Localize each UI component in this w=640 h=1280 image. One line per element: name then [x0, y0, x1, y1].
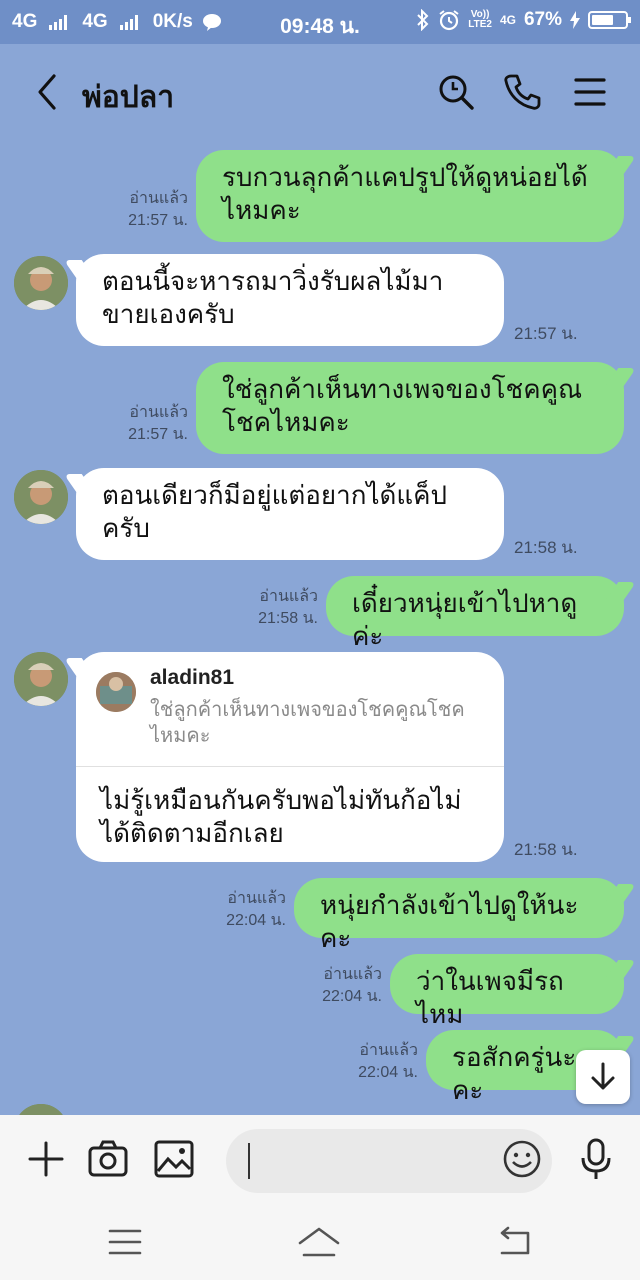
message-text: ตอนเดียวก็มีอยู่แต่อยากได้แค็ปครับ — [102, 481, 448, 544]
microphone-icon[interactable] — [574, 1137, 618, 1181]
message-text: ว่าในเพจมีรถไหม — [416, 967, 564, 1030]
message-text: ตอนนี้จะหารถมาวิ่งรับผลไม้มาขายเองครับ — [102, 267, 444, 330]
battery-percent: 67% — [523, 9, 562, 30]
text-caret — [248, 1143, 250, 1179]
system-navigation-bar — [0, 1205, 640, 1280]
avatar[interactable] — [14, 256, 68, 310]
back-nav-icon[interactable] — [494, 1225, 536, 1259]
incoming-message[interactable]: ตอนนี้จะหารถมาวิ่งรับผลไม้มาขายเองครับ — [76, 254, 504, 346]
message-text: รอสักครู่นะคะ — [452, 1043, 577, 1106]
message-list[interactable]: อ่านแล้ว 21:57 น. รบกวนลุกค้าแคปรูปให้ดูห… — [0, 140, 640, 1115]
avatar[interactable] — [14, 470, 68, 524]
outgoing-message[interactable]: รบกวนลุกค้าแคปรูปให้ดูหน่อยได้ไหมคะ — [196, 150, 624, 242]
chat-title: พ่อปลา — [82, 80, 175, 115]
outgoing-message[interactable]: เดี๋ยวหนุ่ยเข้าไปหาดูค่ะ — [326, 576, 624, 652]
message-meta: อ่านแล้ว 22:04 น. — [322, 966, 382, 1005]
outgoing-message[interactable]: หนุ่ยกำลังเข้าไปดูให้นะคะ — [294, 878, 624, 954]
outgoing-message[interactable]: ว่าในเพจมีรถไหม — [390, 954, 624, 1030]
bluetooth-icon — [417, 9, 429, 31]
status-bar: 4G 4G 0K/s 09:48 น. Vo)) LTE2 4G 67% — [0, 0, 640, 44]
quoted-message[interactable]: aladin81 ใช่ลูกค้าเห็นทางเพจของโชคคูณโชค… — [76, 652, 504, 767]
home-icon[interactable] — [298, 1225, 340, 1259]
volte-indicator: Vo)) LTE2 — [468, 9, 492, 30]
message-text: หนุ่ยกำลังเข้าไปดูให้นะคะ — [320, 891, 579, 954]
message-text: ใช่ลูกค้าเห็นทางเพจของโชคคูณโชคไหมคะ — [222, 375, 583, 438]
phone-icon[interactable] — [502, 72, 542, 112]
alarm-icon — [439, 10, 459, 31]
reply-quote: ใช่ลูกค้าเห็นทางเพจของโชคคูณโชคไหมคะ — [150, 697, 465, 747]
lte-badge: 4G — [499, 13, 516, 27]
message-time: 21:58 น. — [514, 538, 578, 557]
message-meta: อ่านแล้ว 22:04 น. — [226, 890, 286, 929]
message-meta: อ่านแล้ว 21:57 น. — [128, 190, 188, 229]
status-right: Vo)) LTE2 4G 67% — [416, 9, 631, 31]
message-text: เดี๋ยวหนุ่ยเข้าไปหาดูค่ะ — [352, 589, 578, 652]
message-time: 21:57 น. — [514, 324, 578, 343]
chevron-left-icon[interactable] — [30, 72, 66, 112]
plus-icon[interactable] — [24, 1137, 68, 1181]
charging-icon — [570, 11, 580, 29]
avatar[interactable] — [14, 652, 68, 706]
avatar[interactable] — [14, 1104, 68, 1115]
message-input-bar — [0, 1115, 640, 1205]
image-icon[interactable] — [152, 1137, 196, 1181]
emoji-icon[interactable] — [500, 1137, 544, 1181]
message-text: รบกวนลุกค้าแคปรูปให้ดูหน่อยได้ไหมคะ — [222, 163, 588, 226]
search-icon[interactable] — [436, 72, 476, 112]
battery-icon — [588, 11, 631, 29]
reply-avatar — [96, 672, 136, 712]
incoming-message[interactable]: ตอนเดียวก็มีอยู่แต่อยากได้แค็ปครับ — [76, 468, 504, 560]
reply-username: aladin81 — [150, 666, 235, 689]
message-text: ไม่รู้เหมือนกันครับพอไม่ทันก้อไม่ได้ติดต… — [100, 786, 462, 849]
camera-icon[interactable] — [86, 1137, 130, 1181]
arrow-down-icon — [591, 1062, 615, 1090]
outgoing-message[interactable]: ใช่ลูกค้าเห็นทางเพจของโชคคูณโชคไหมคะ — [196, 362, 624, 454]
menu-icon[interactable] — [570, 72, 610, 112]
scroll-to-bottom-button[interactable] — [576, 1050, 630, 1104]
message-meta: อ่านแล้ว 21:57 น. — [128, 404, 188, 443]
incoming-reply-message[interactable]: aladin81 ใช่ลูกค้าเห็นทางเพจของโชคคูณโชค… — [76, 652, 504, 862]
recent-apps-icon[interactable] — [104, 1225, 146, 1259]
chat-header: พ่อปลา — [0, 44, 640, 140]
message-time: 21:58 น. — [514, 840, 578, 859]
message-meta: อ่านแล้ว 22:04 น. — [358, 1042, 418, 1081]
message-meta: อ่านแล้ว 21:58 น. — [258, 588, 318, 627]
